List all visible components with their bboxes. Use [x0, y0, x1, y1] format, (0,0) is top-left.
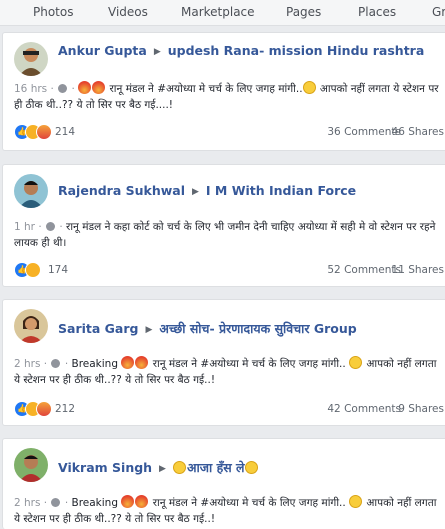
post-card: Rajendra Sukhwal ▶ I M With Indian Force… — [2, 164, 445, 287]
angry-emoji-icon — [135, 495, 149, 508]
grin-emoji-icon — [172, 461, 186, 474]
group-name[interactable]: I M With Indian Force — [206, 183, 356, 198]
nav-videos[interactable]: Videos — [108, 5, 148, 19]
author-name[interactable]: Ankur Gupta — [58, 43, 147, 58]
shares-count[interactable]: 9 Shares — [398, 403, 444, 415]
haha-reaction-icon — [25, 262, 41, 278]
post-time[interactable]: 2 hrs — [14, 358, 40, 370]
avatar[interactable] — [14, 174, 48, 208]
group-name[interactable]: आजा हँस ले — [187, 460, 245, 475]
post-body: रानू मंडल ने #अयोध्या मे चर्च के लिए जगह… — [152, 358, 346, 370]
nav-places[interactable]: Places — [358, 5, 396, 19]
post-body: रानू मंडल ने #अयोध्या मे चर्च के लिए जगह… — [109, 83, 303, 95]
post-body: रानू मंडल ने कहा कोर्ट को चर्च के लिए भी… — [14, 221, 436, 249]
breaking-label: Breaking — [71, 358, 119, 370]
shared-to-arrow-icon: ▶ — [159, 464, 166, 474]
post-text: 16 hrs · · रानू मंडल ने #अयोध्या मे चर्च… — [14, 81, 439, 111]
angry-emoji-icon — [121, 356, 135, 369]
shared-to-arrow-icon: ▶ — [145, 325, 153, 335]
comments-count[interactable]: 52 Comments — [327, 264, 401, 276]
post-text: 1 hr · · रानू मंडल ने कहा कोर्ट को चर्च … — [14, 221, 436, 249]
globe-icon — [58, 84, 68, 93]
shares-count[interactable]: 46 Shares — [392, 126, 444, 138]
angry-emoji-icon — [135, 356, 149, 369]
eye-roll-emoji-icon — [349, 495, 363, 508]
author-name[interactable]: Sarita Garg — [58, 321, 138, 336]
globe-icon — [51, 498, 61, 507]
group-name[interactable]: updesh Rana- mission Hindu rashtra — [168, 43, 425, 58]
post-body: रानू मंडल ने #अयोध्या मे चर्च के लिए जगह… — [152, 497, 346, 509]
post-time[interactable]: 1 hr — [14, 221, 35, 233]
nav-photos[interactable]: Photos — [33, 5, 73, 19]
post-time[interactable]: 2 hrs — [14, 497, 40, 509]
top-navigation: Photos Videos Marketplace Pages Places G… — [0, 0, 445, 26]
avatar[interactable] — [14, 42, 48, 76]
eye-roll-emoji-icon — [349, 356, 363, 369]
comments-count[interactable]: 36 Comments — [327, 126, 401, 138]
shares-count[interactable]: 11 Shares — [392, 264, 444, 276]
author-name[interactable]: Rajendra Sukhwal — [58, 183, 185, 198]
comments-count[interactable]: 42 Comments — [327, 403, 401, 415]
post-text: 2 hrs · · Breaking रानू मंडल ने #अयोध्या… — [14, 356, 437, 386]
angry-reaction-icon — [36, 401, 52, 417]
angry-reaction-icon — [36, 124, 52, 140]
reaction-count[interactable]: 174 — [48, 264, 68, 276]
group-name[interactable]: अच्छी सोच- प्रेरणादायक सुविचार Group — [159, 321, 356, 336]
globe-icon — [46, 222, 56, 231]
angry-emoji-icon — [92, 81, 106, 94]
avatar[interactable] — [14, 309, 48, 343]
reaction-count[interactable]: 212 — [55, 403, 75, 415]
post-time[interactable]: 16 hrs — [14, 83, 47, 95]
author-name[interactable]: Vikram Singh — [58, 460, 152, 475]
grin-emoji-icon — [244, 461, 258, 474]
angry-emoji-icon — [121, 495, 135, 508]
nav-pages[interactable]: Pages — [286, 5, 321, 19]
globe-icon — [51, 359, 61, 368]
nav-marketplace[interactable]: Marketplace — [181, 5, 255, 19]
shared-to-arrow-icon: ▶ — [192, 187, 199, 197]
nav-groups[interactable]: Gr — [432, 5, 445, 19]
post-text: 2 hrs · · Breaking रानू मंडल ने #अयोध्या… — [14, 495, 437, 525]
avatar[interactable] — [14, 448, 48, 482]
post-card: Vikram Singh ▶ आजा हँस ले 2 hrs · · Brea… — [2, 438, 445, 529]
eye-roll-emoji-icon — [302, 81, 316, 94]
post-card: Sarita Garg ▶ अच्छी सोच- प्रेरणादायक सुव… — [2, 299, 445, 426]
shared-to-arrow-icon: ▶ — [153, 47, 161, 57]
breaking-label: Breaking — [71, 497, 119, 509]
post-card: Ankur Gupta ▶ updesh Rana- mission Hindu… — [2, 32, 445, 151]
reaction-count[interactable]: 214 — [55, 126, 75, 138]
angry-emoji-icon — [78, 81, 92, 94]
